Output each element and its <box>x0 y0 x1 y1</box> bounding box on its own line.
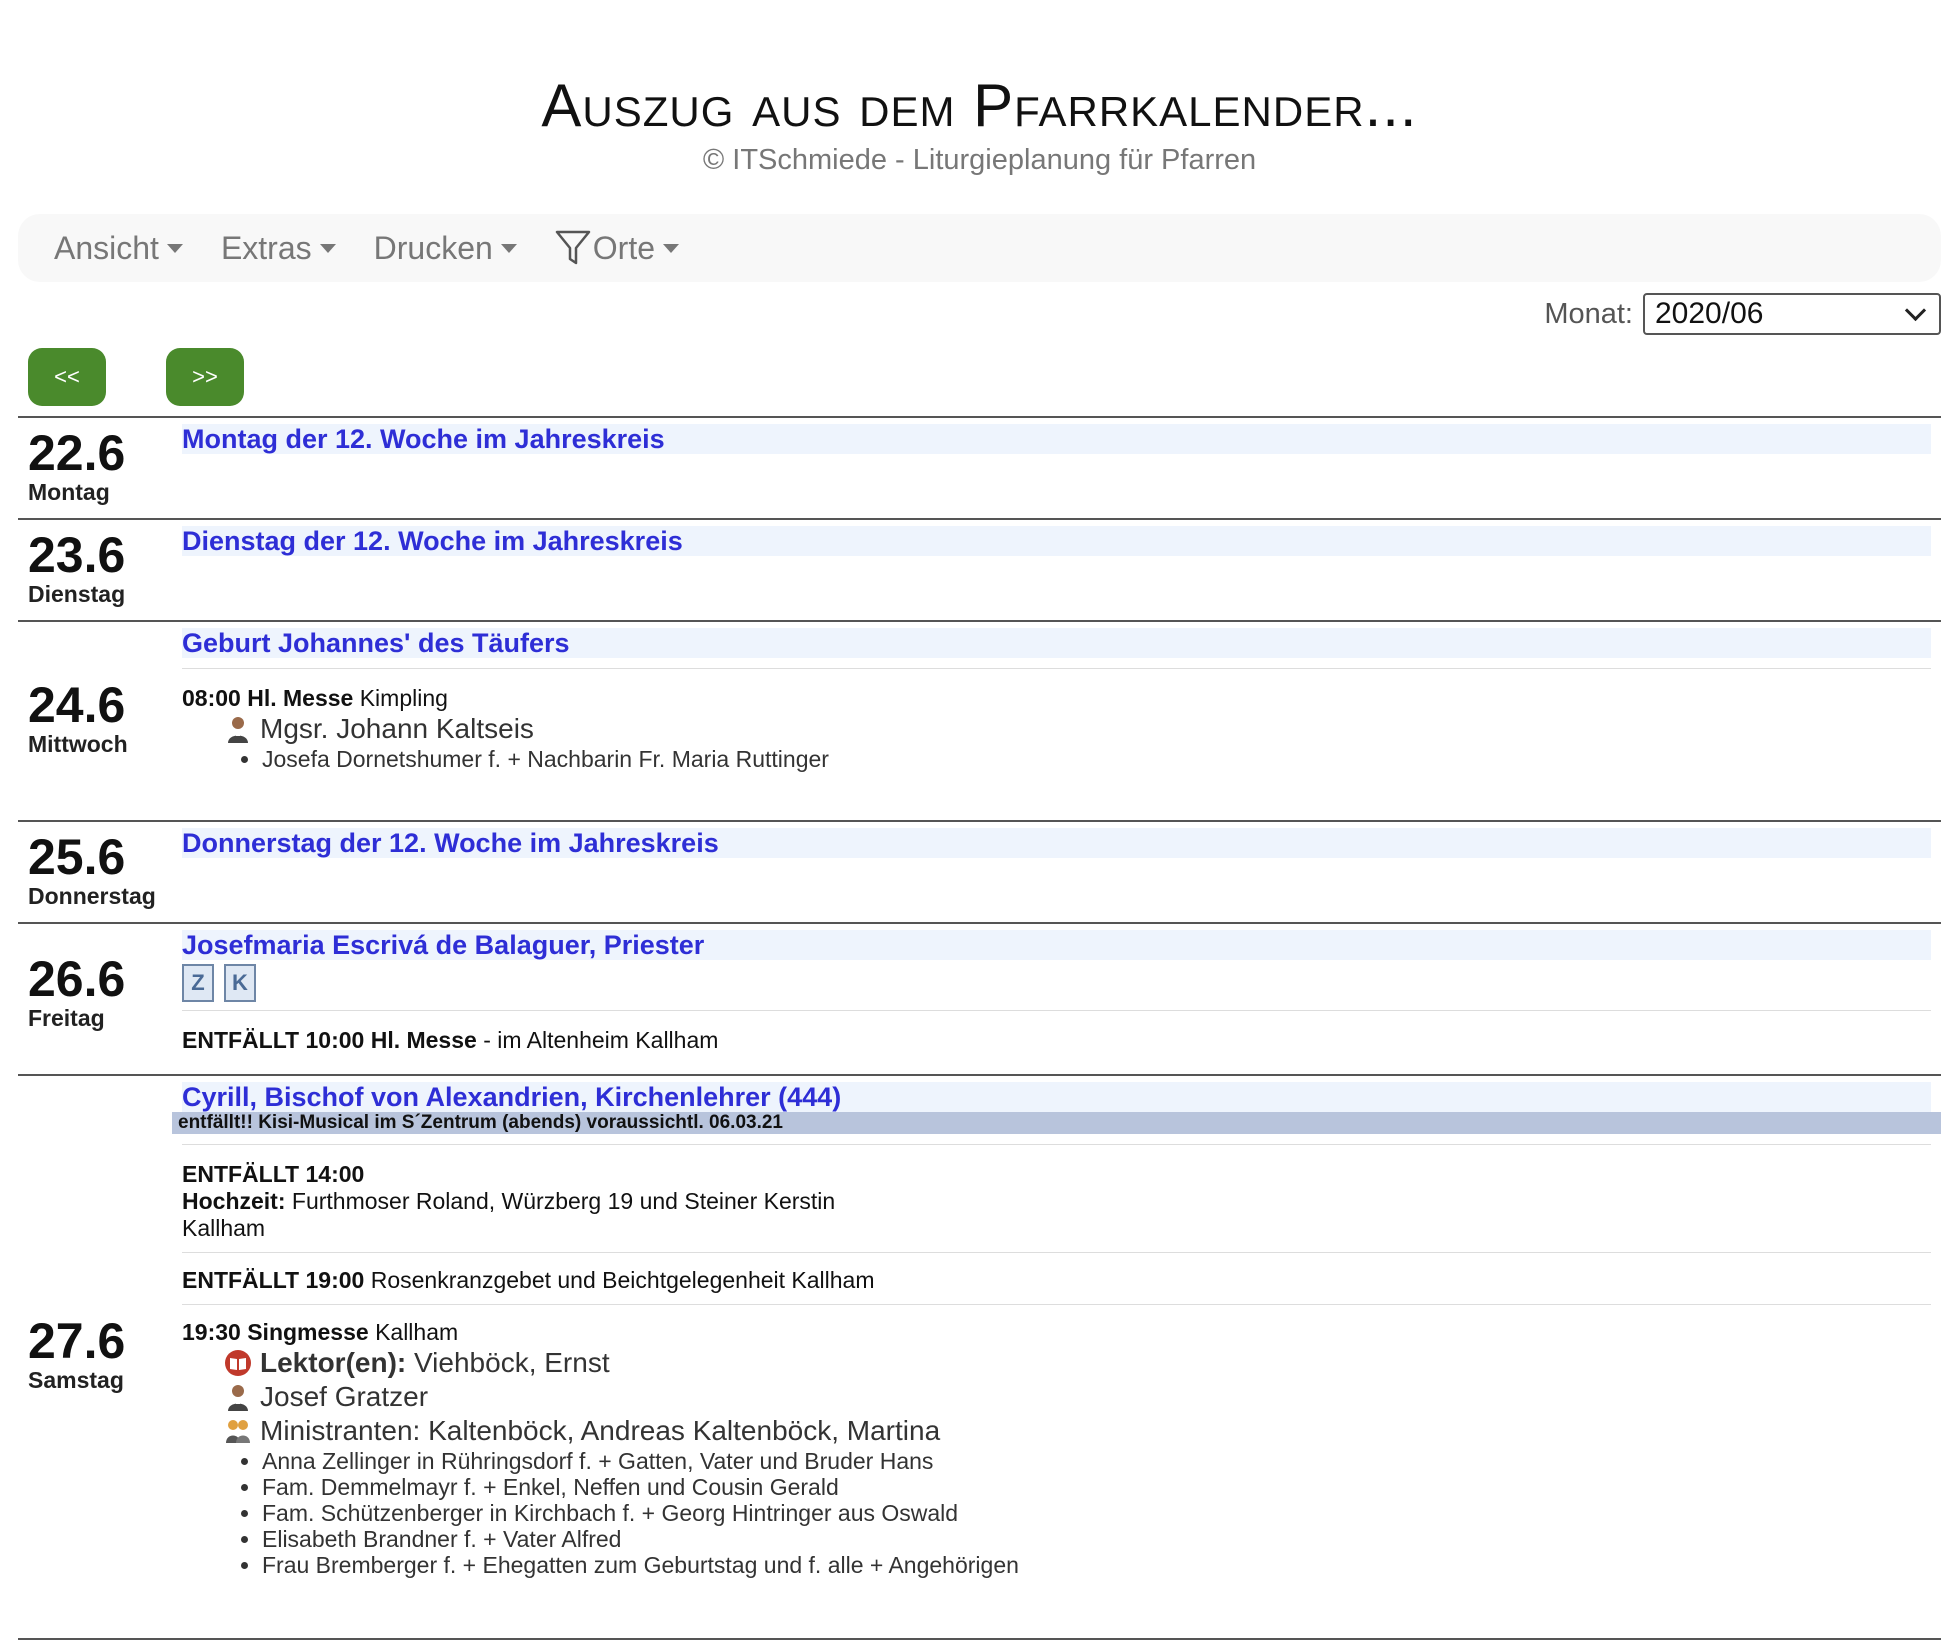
list-item: Anna Zellinger in Rühringsdorf f. + Gatt… <box>262 1448 1931 1474</box>
month-select[interactable]: 2020/06 <box>1643 293 1941 335</box>
month-label: Monat: <box>1544 297 1633 330</box>
navbar: Ansicht Extras Drucken Orte <box>18 214 1941 282</box>
nav-drucken[interactable]: Drucken <box>374 230 517 267</box>
event-prefix: ENTFÄLLT 19:00 <box>182 1267 365 1293</box>
day-23-6: 23.6 Dienstag Dienstag der 12. Woche im … <box>18 518 1941 620</box>
list-item: Josefa Dornetshumer f. + Nachbarin Fr. M… <box>262 746 1931 772</box>
event-place: Kallham <box>375 1319 459 1345</box>
day-27-6: 27.6 Samstag Cyrill, Bischof von Alexand… <box>18 1074 1941 1640</box>
nav-extras-label: Extras <box>220 229 312 266</box>
day-weekday: Montag <box>28 479 110 505</box>
priest-icon <box>228 1385 248 1411</box>
lector-name: Viehböck, Ernst <box>406 1347 610 1378</box>
page-subtitle: © ITSchmiede - Liturgieplanung für Pfarr… <box>702 144 1257 176</box>
chevron-down-icon <box>1904 299 1927 321</box>
celebrant: Mgsr. Johann Kaltseis <box>224 712 1931 746</box>
person-name: Mgsr. Johann Kaltseis <box>260 713 534 744</box>
priest-icon <box>228 717 248 743</box>
day-weekday: Donnerstag <box>28 883 156 909</box>
ministrants-text: Ministranten: Kaltenböck, Andreas Kalten… <box>260 1415 941 1446</box>
nav-orte[interactable]: Orte <box>555 229 680 267</box>
altar-servers: Ministranten: Kaltenböck, Andreas Kalten… <box>224 1414 1931 1448</box>
day-weekday: Dienstag <box>28 581 126 607</box>
day-weekday: Mittwoch <box>28 731 128 757</box>
event-time: 08:00 <box>182 685 241 711</box>
feast-title[interactable]: Josefmaria Escrivá de Balaguer, Priester <box>182 930 1931 960</box>
next-month-button[interactable]: >> <box>166 348 244 406</box>
day-weekday: Freitag <box>28 1005 105 1031</box>
event-time: 19:30 <box>182 1319 241 1345</box>
nav-ansicht[interactable]: Ansicht <box>54 230 183 267</box>
month-row: Monat: 2020/06 <box>18 292 1941 336</box>
event-prefix: ENTFÄLLT 14:00 <box>182 1161 365 1187</box>
feast-title[interactable]: Dienstag der 12. Woche im Jahreskreis <box>182 526 1931 556</box>
event-prefix: ENTFÄLLT 10:00 Hl. Messe <box>182 1027 477 1053</box>
lector: Lektor(en): Viehböck, Ernst <box>224 1346 1931 1380</box>
event-text: Rosenkranzgebet und Beichtgelegenheit Ka… <box>364 1267 875 1293</box>
feast-title[interactable]: Donnerstag der 12. Woche im Jahreskreis <box>182 828 1931 858</box>
event: ENTFÄLLT 10:00 Hl. Messe - im Altenheim … <box>182 1027 1931 1054</box>
celebrant: Josef Gratzer <box>224 1380 1931 1414</box>
caret-down-icon <box>166 243 183 253</box>
nav-extras[interactable]: Extras <box>221 230 336 267</box>
icon-row: Z K <box>182 964 1931 1002</box>
month-value: 2020/06 <box>1655 297 1764 330</box>
event-type: Hl. Messe <box>247 685 354 711</box>
person-name: Josef Gratzer <box>260 1381 429 1412</box>
feast-title[interactable]: Geburt Johannes' des Täufers <box>182 628 1931 658</box>
event-type: Singmesse <box>247 1319 369 1345</box>
filter-icon <box>555 230 591 265</box>
caret-down-icon <box>500 243 517 253</box>
nav-orte-label: Orte <box>592 229 656 266</box>
lector-label: Lektor(en): <box>260 1347 407 1378</box>
notice-banner: entfällt!! Kisi-Musical im S´Zentrum (ab… <box>172 1112 1941 1134</box>
caret-down-icon <box>663 243 680 253</box>
intentions-list: Josefa Dornetshumer f. + Nachbarin Fr. M… <box>182 746 1931 772</box>
day-date: 25.6 <box>28 829 126 885</box>
day-date: 27.6 <box>28 1313 126 1369</box>
feast-title[interactable]: Montag der 12. Woche im Jahreskreis <box>182 424 1931 454</box>
pager: << >> <box>18 348 1941 416</box>
list-item: Fam. Demmelmayr f. + Enkel, Neffen und C… <box>262 1474 1931 1500</box>
event-wedding: ENTFÄLLT 14:00 Hochzeit: Furthmoser Rola… <box>182 1161 1931 1242</box>
caret-down-icon <box>319 243 336 253</box>
list-item: Fam. Schützenberger in Kirchbach f. + Ge… <box>262 1500 1931 1526</box>
event: 08:00 Hl. Messe Kimpling <box>182 685 1931 712</box>
event-place: Kimpling <box>359 685 448 711</box>
day-25-6: 25.6 Donnerstag Donnerstag der 12. Woche… <box>18 820 1941 922</box>
event-singmesse: 19:30 Singmesse Kallham <box>182 1319 1931 1346</box>
page: Auszug aus dem Pfarrkalender... © ITSchm… <box>18 0 1941 1640</box>
event-place: Kallham <box>182 1215 266 1241</box>
nav-drucken-label: Drucken <box>373 229 493 266</box>
event-text: Furthmoser Roland, Würzberg 19 und Stein… <box>285 1188 836 1214</box>
intentions-list: Anna Zellinger in Rühringsdorf f. + Gatt… <box>182 1448 1931 1578</box>
ministrants-icon <box>226 1420 250 1443</box>
feast-title[interactable]: Cyrill, Bischof von Alexandrien, Kirchen… <box>182 1082 1931 1112</box>
k-icon[interactable]: K <box>224 964 256 1002</box>
day-weekday: Samstag <box>28 1367 124 1393</box>
day-date: 22.6 <box>28 425 126 481</box>
list-item: Elisabeth Brandner f. + Vater Alfred <box>262 1526 1931 1552</box>
book-icon <box>225 1350 251 1376</box>
event-label: Hochzeit: <box>182 1188 286 1214</box>
day-date: 23.6 <box>28 527 126 583</box>
prev-month-button[interactable]: << <box>28 348 106 406</box>
event-text: - im Altenheim Kallham <box>476 1027 719 1053</box>
day-24-6: 24.6 Mittwoch Geburt Johannes' des Täufe… <box>18 620 1941 820</box>
day-date: 26.6 <box>28 951 126 1007</box>
day-26-6: 26.6 Freitag Josefmaria Escrivá de Balag… <box>18 922 1941 1074</box>
day-22-6: 22.6 Montag Montag der 12. Woche im Jahr… <box>18 416 1941 518</box>
event-rosary: ENTFÄLLT 19:00 Rosenkranzgebet und Beich… <box>182 1267 1931 1294</box>
nav-ansicht-label: Ansicht <box>54 229 159 266</box>
z-icon[interactable]: Z <box>182 964 214 1002</box>
list-item: Frau Bremberger f. + Ehegatten zum Gebur… <box>262 1552 1931 1578</box>
page-title: Auszug aus dem Pfarrkalender... <box>541 72 1418 139</box>
day-date: 24.6 <box>28 677 126 733</box>
